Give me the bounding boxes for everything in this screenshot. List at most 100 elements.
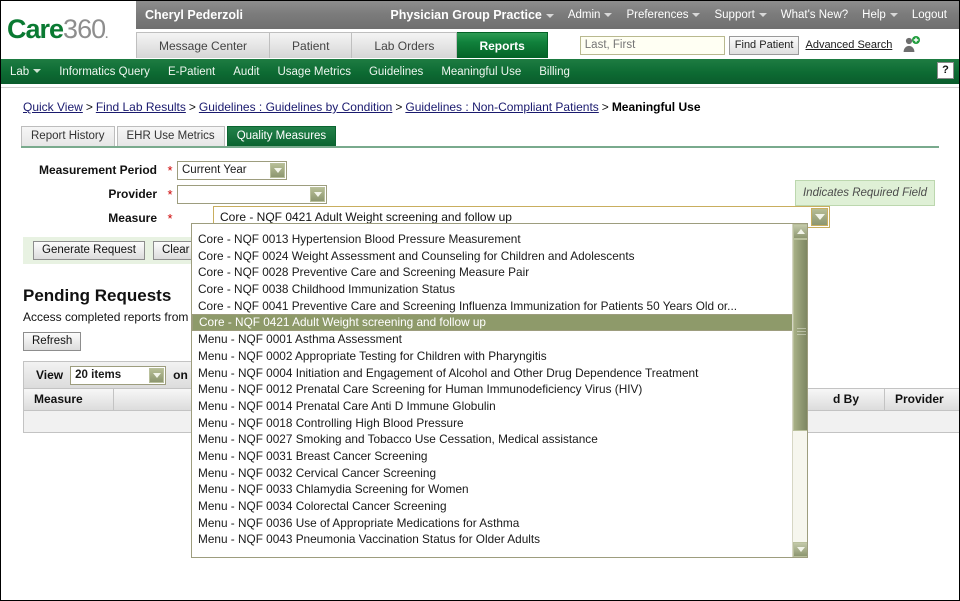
scrollbar-grip-icon xyxy=(797,328,806,336)
application-window: Care360. Cheryl Pederzoli Physician Grou… xyxy=(0,0,960,601)
tab-message-center[interactable]: Message Center xyxy=(136,32,270,58)
care360-logo[interactable]: Care360. xyxy=(1,1,136,58)
chevron-down-icon xyxy=(33,69,41,73)
generate-request-button[interactable]: Generate Request xyxy=(33,241,145,260)
measure-option[interactable]: Menu - NQF 0002 Appropriate Testing for … xyxy=(192,348,807,365)
tab-quality-measures[interactable]: Quality Measures xyxy=(227,126,336,146)
column-requested-by[interactable]: d By xyxy=(823,389,885,410)
breadcrumb-quick-view[interactable]: Quick View xyxy=(23,100,83,114)
chevron-down-icon[interactable] xyxy=(310,187,325,202)
tab-patient[interactable]: Patient xyxy=(270,32,352,58)
measure-option[interactable]: Menu - NQF 0036 Use of Appropriate Medic… xyxy=(192,515,807,532)
measure-option[interactable]: Menu - NQF 0033 Chlamydia Screening for … xyxy=(192,481,807,498)
measure-option[interactable]: Menu - NQF 0027 Smoking and Tobacco Use … xyxy=(192,431,807,448)
provider-label: Provider xyxy=(23,187,163,201)
tab-report-history[interactable]: Report History xyxy=(21,126,115,146)
secondary-nav-bar: Lab Informatics Query E-Patient Audit Us… xyxy=(1,58,959,84)
chevron-down-icon[interactable] xyxy=(270,163,285,178)
breadcrumb: Quick View>Find Lab Results>Guidelines :… xyxy=(1,88,959,114)
required-field-note: Indicates Required Field xyxy=(795,180,935,206)
find-patient-button[interactable]: Find Patient xyxy=(729,36,800,55)
add-patient-icon[interactable] xyxy=(900,33,922,57)
menu-help-label: Help xyxy=(862,9,886,21)
nav-guidelines[interactable]: Guidelines xyxy=(360,66,432,78)
nav-e-patient[interactable]: E-Patient xyxy=(159,66,224,78)
logo-part-dot: . xyxy=(105,29,107,41)
measure-option[interactable]: Menu - NQF 0031 Breast Cancer Screening xyxy=(192,448,807,465)
chevron-down-icon xyxy=(692,13,700,17)
menu-admin[interactable]: Admin xyxy=(561,9,620,21)
menu-help[interactable]: Help xyxy=(855,9,905,21)
menu-admin-label: Admin xyxy=(568,9,601,21)
provider-select[interactable] xyxy=(177,185,327,204)
measure-option[interactable]: Core - NQF 0024 Weight Assessment and Co… xyxy=(192,248,807,265)
chevron-down-icon xyxy=(546,14,554,18)
nav-lab[interactable]: Lab xyxy=(1,66,50,78)
tab-ehr-use-metrics[interactable]: EHR Use Metrics xyxy=(117,126,225,146)
measure-option[interactable]: Core - NQF 0028 Preventive Care and Scre… xyxy=(192,264,807,281)
items-per-page-select[interactable]: 20 items xyxy=(70,366,166,385)
measure-option[interactable]: Core - NQF 0041 Preventive Care and Scre… xyxy=(192,298,807,315)
measurement-period-label: Measurement Period xyxy=(23,163,163,177)
measure-option[interactable]: Menu - NQF 0018 Controlling High Blood P… xyxy=(192,415,807,432)
measurement-period-row: Measurement Period * Current Year xyxy=(23,158,959,182)
breadcrumb-find-lab-results[interactable]: Find Lab Results xyxy=(96,100,186,114)
search-input[interactable] xyxy=(580,36,725,55)
breadcrumb-sep: > xyxy=(392,100,405,114)
menu-logout[interactable]: Logout xyxy=(905,9,959,21)
nav-usage-metrics[interactable]: Usage Metrics xyxy=(268,66,360,78)
measure-label: Measure xyxy=(23,211,163,225)
help-question-icon[interactable]: ? xyxy=(937,62,954,79)
logo-part-care: Care xyxy=(7,14,63,44)
measure-dropdown-list[interactable]: Core - NQF 0013 Hypertension Blood Press… xyxy=(191,223,808,558)
app-header: Care360. Cheryl Pederzoli Physician Grou… xyxy=(1,1,959,58)
refresh-button[interactable]: Refresh xyxy=(23,332,81,351)
nav-meaningful-use[interactable]: Meaningful Use xyxy=(432,66,530,78)
column-measure[interactable]: Measure xyxy=(24,389,114,410)
breadcrumb-sep: > xyxy=(186,100,199,114)
measure-option[interactable]: Menu - NQF 0034 Colorectal Cancer Screen… xyxy=(192,498,807,515)
measure-option[interactable]: Menu - NQF 0032 Cervical Cancer Screenin… xyxy=(192,465,807,482)
tab-reports[interactable]: Reports xyxy=(457,32,547,58)
nav-billing[interactable]: Billing xyxy=(530,66,579,78)
chevron-down-icon xyxy=(759,13,767,17)
measure-option[interactable]: Menu - NQF 0004 Initiation and Engagemen… xyxy=(192,365,807,382)
measure-option-selected[interactable]: Core - NQF 0421 Adult Weight screening a… xyxy=(192,314,807,331)
scroll-up-icon[interactable] xyxy=(793,224,808,239)
patient-search-group: Find Patient Advanced Search xyxy=(580,33,923,58)
dropdown-scrollbar[interactable] xyxy=(792,224,807,557)
menu-support[interactable]: Support xyxy=(707,9,773,21)
breadcrumb-current: Meaningful Use xyxy=(612,100,701,114)
measure-option[interactable]: Menu - NQF 0012 Prenatal Care Screening … xyxy=(192,381,807,398)
scroll-down-icon[interactable] xyxy=(793,542,808,557)
required-asterisk: * xyxy=(163,164,177,177)
sub-tab-bar: Report History EHR Use Metrics Quality M… xyxy=(21,125,959,146)
advanced-search-link[interactable]: Advanced Search xyxy=(805,39,892,51)
breadcrumb-non-compliant-patients[interactable]: Guidelines : Non-Compliant Patients xyxy=(405,100,598,114)
chevron-down-icon[interactable] xyxy=(811,208,828,226)
measure-option[interactable]: Menu - NQF 0014 Prenatal Care Anti D Imm… xyxy=(192,398,807,415)
menu-preferences-label: Preferences xyxy=(626,9,688,21)
nav-audit[interactable]: Audit xyxy=(224,66,268,78)
breadcrumb-guidelines-by-condition[interactable]: Guidelines : Guidelines by Condition xyxy=(199,100,392,114)
required-asterisk: * xyxy=(163,212,177,225)
scrollbar-thumb[interactable] xyxy=(793,239,808,431)
measure-option[interactable]: Core - NQF 0013 Hypertension Blood Press… xyxy=(192,231,807,248)
items-per-page-value: 20 items xyxy=(75,369,121,381)
tab-lab-orders[interactable]: Lab Orders xyxy=(352,32,457,58)
chevron-down-icon xyxy=(604,13,612,17)
practice-selector[interactable]: Physician Group Practice xyxy=(383,8,560,22)
measure-option[interactable]: Core - NQF 0038 Childhood Immunization S… xyxy=(192,281,807,298)
measure-option[interactable]: Menu - NQF 0043 Pneumonia Vaccination St… xyxy=(192,531,807,548)
menu-preferences[interactable]: Preferences xyxy=(619,9,707,21)
nav-lab-label: Lab xyxy=(10,66,29,78)
chevron-down-icon[interactable] xyxy=(149,368,164,383)
column-provider[interactable]: Provider xyxy=(885,389,960,410)
view-label: View xyxy=(36,368,63,382)
measure-option[interactable]: Menu - NQF 0001 Asthma Assessment xyxy=(192,331,807,348)
menu-whats-new[interactable]: What's New? xyxy=(774,9,855,21)
menu-support-label: Support xyxy=(714,9,754,21)
nav-informatics-query[interactable]: Informatics Query xyxy=(50,66,159,78)
measurement-period-select[interactable]: Current Year xyxy=(177,161,287,180)
required-asterisk: * xyxy=(163,188,177,201)
